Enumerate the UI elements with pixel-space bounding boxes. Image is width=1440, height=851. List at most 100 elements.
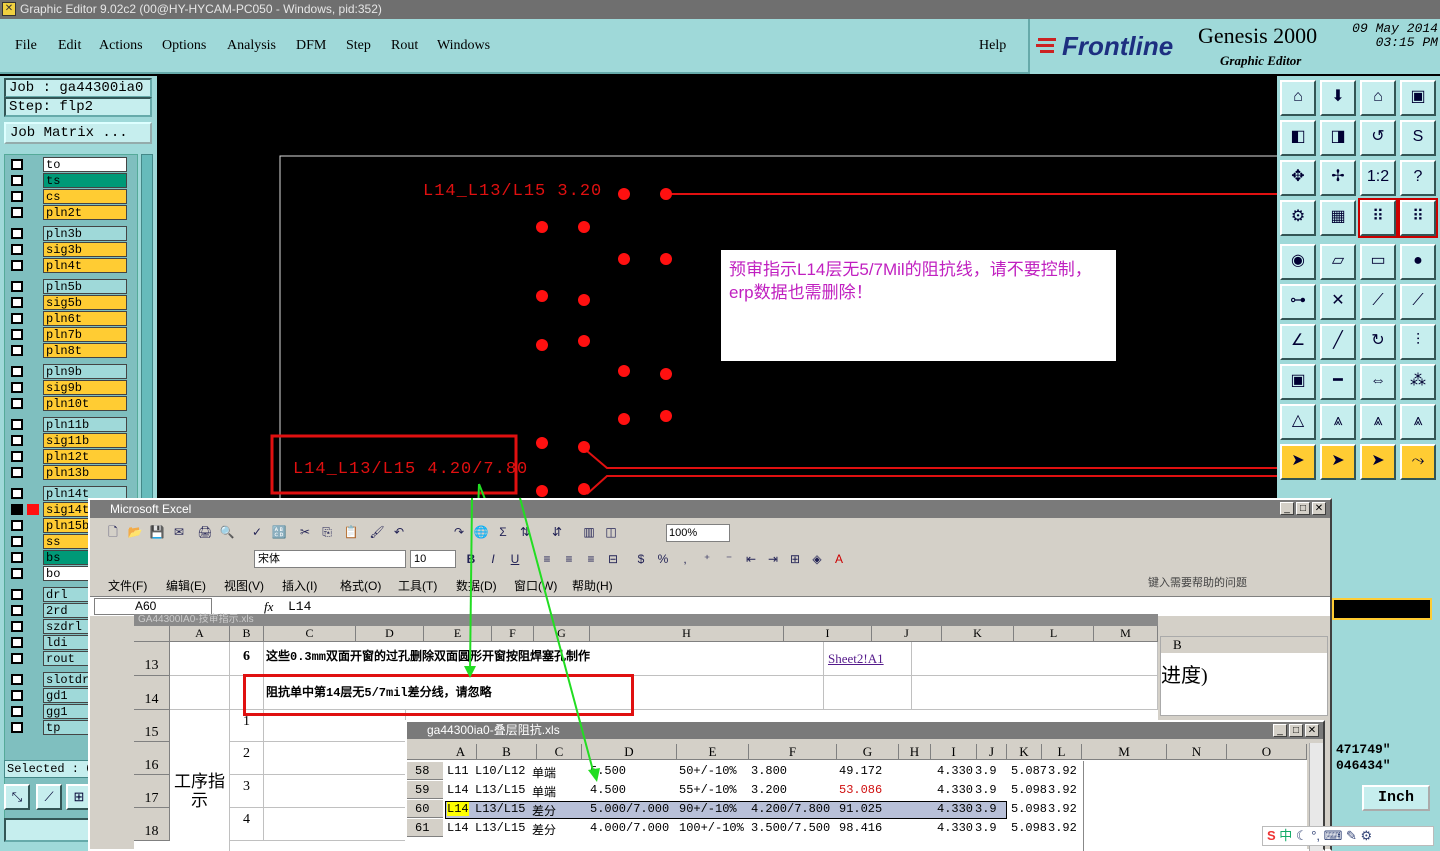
layer-checkbox[interactable] bbox=[11, 297, 23, 308]
layer-row-cs[interactable]: cs bbox=[7, 189, 127, 204]
xls-cell-ref[interactable]: L13/L15 bbox=[475, 783, 525, 797]
xls-column-header[interactable]: G bbox=[837, 744, 899, 759]
cell-b-step[interactable]: 3 bbox=[230, 775, 264, 808]
xls-maximize-button[interactable]: □ bbox=[1289, 724, 1303, 737]
column-header[interactable]: J bbox=[872, 626, 942, 642]
excel-menu-item[interactable]: 帮助(H) bbox=[572, 577, 613, 594]
xls-column-header[interactable]: L bbox=[1042, 744, 1082, 759]
layer-row-sig11b[interactable]: sig11b bbox=[7, 433, 127, 448]
xls-cell-er[interactable]: 3.9 bbox=[975, 821, 997, 835]
xls-cell-t[interactable]: 3.92 bbox=[1048, 802, 1077, 816]
row-header[interactable]: 13 bbox=[134, 642, 170, 676]
cell-a14[interactable] bbox=[170, 676, 230, 710]
xls-cell-t[interactable]: 3.92 bbox=[1048, 783, 1077, 797]
excel-menu-item[interactable]: 格式(O) bbox=[340, 577, 381, 594]
snap2-icon[interactable]: ⠿ bbox=[1398, 198, 1438, 238]
help-icon[interactable]: ? bbox=[1400, 160, 1436, 196]
xls-cell-dk[interactable]: 4.330 bbox=[937, 802, 973, 816]
slash-icon[interactable]: ╱ bbox=[1320, 324, 1356, 360]
xls-cell-type[interactable]: 单端 bbox=[532, 783, 556, 800]
excel-menu-item[interactable]: 插入(I) bbox=[282, 577, 317, 594]
layer-row-pln9b[interactable]: pln9b bbox=[7, 364, 127, 379]
xls-column-header[interactable]: D bbox=[582, 744, 677, 759]
layer-row-pln7b[interactable]: pln7b bbox=[7, 327, 127, 342]
cell-c-step[interactable] bbox=[264, 742, 406, 775]
xls-cell-width[interactable]: 5.500 bbox=[590, 764, 626, 778]
layer-name[interactable]: pln7b bbox=[43, 327, 127, 342]
xls-cell-calc[interactable]: 49.172 bbox=[839, 764, 882, 778]
layer-checkbox[interactable] bbox=[11, 504, 23, 515]
xls-cell-h[interactable]: 5.098 bbox=[1011, 821, 1047, 835]
tri1-icon[interactable]: △ bbox=[1280, 404, 1316, 440]
settings-icon[interactable]: ⚙ bbox=[1280, 200, 1316, 236]
layer-name[interactable]: sig11b bbox=[43, 433, 127, 448]
layer-checkbox[interactable] bbox=[11, 159, 23, 170]
xls-close-button[interactable]: ✕ bbox=[1305, 724, 1319, 737]
xls-cell-adjusted[interactable]: 4.200/7.800 bbox=[751, 802, 830, 816]
xls-column-header[interactable]: M bbox=[1082, 744, 1167, 759]
layer-checkbox[interactable] bbox=[11, 313, 23, 324]
column-header[interactable]: B bbox=[230, 626, 264, 642]
xls-column-header[interactable]: K bbox=[1007, 744, 1042, 759]
cell-k14[interactable] bbox=[912, 676, 1158, 710]
process-instruction-label[interactable]: 工序指示 bbox=[170, 710, 230, 851]
layer-row-pln13b[interactable]: pln13b bbox=[7, 465, 127, 480]
layer-name[interactable]: pln13b bbox=[43, 465, 127, 480]
save-icon[interactable]: ⬇ bbox=[1320, 80, 1356, 116]
xls-cell-t[interactable]: 3.92 bbox=[1048, 764, 1077, 778]
layer-name[interactable]: pln11b bbox=[43, 417, 127, 432]
cursor-icon[interactable]: ➤ bbox=[1280, 444, 1316, 480]
layer-checkbox[interactable] bbox=[11, 552, 23, 563]
layer-checkbox[interactable] bbox=[11, 621, 23, 632]
layer-checkbox[interactable] bbox=[11, 520, 23, 531]
row-header[interactable]: 15 bbox=[134, 710, 170, 742]
cell-a13[interactable] bbox=[170, 642, 230, 676]
xls-cell-adjusted[interactable]: 3.800 bbox=[751, 764, 787, 778]
layer-checkbox[interactable] bbox=[11, 382, 23, 393]
xls-column-header[interactable]: N bbox=[1167, 744, 1227, 759]
rotate-icon[interactable]: ↺ bbox=[1360, 120, 1396, 156]
layer-name[interactable]: sig5b bbox=[43, 295, 127, 310]
xls-cell-layer[interactable]: L14 bbox=[447, 783, 469, 797]
cell-c-step[interactable] bbox=[264, 775, 406, 808]
home-icon[interactable]: ⌂ bbox=[1280, 80, 1316, 116]
menu-dfm[interactable]: DFM bbox=[296, 38, 326, 54]
layer-checkbox[interactable] bbox=[11, 690, 23, 701]
xls-cell-h[interactable]: 5.098 bbox=[1011, 783, 1047, 797]
xls-cell-layer[interactable]: L14 bbox=[447, 821, 469, 835]
cell-j13-link[interactable]: Sheet2!A1 bbox=[824, 642, 912, 676]
layer-checkbox[interactable] bbox=[11, 435, 23, 446]
dot-icon[interactable]: ● bbox=[1400, 244, 1436, 280]
layer-name[interactable]: pln3b bbox=[43, 226, 127, 241]
xls-row-header[interactable]: 59 bbox=[415, 783, 429, 797]
row-header[interactable]: 14 bbox=[134, 676, 170, 710]
column-header[interactable]: M bbox=[1094, 626, 1158, 642]
cell-b13[interactable]: 6 bbox=[230, 642, 264, 676]
xls-column-header[interactable]: I bbox=[931, 744, 977, 759]
layer-checkbox[interactable] bbox=[11, 191, 23, 202]
xls-cell-dk[interactable]: 4.330 bbox=[937, 821, 973, 835]
excel-menu-item[interactable]: 窗口(W) bbox=[514, 577, 557, 594]
layer-row-pln2t[interactable]: pln2t bbox=[7, 205, 127, 220]
layer-checkbox[interactable] bbox=[11, 536, 23, 547]
xls-cell-calc[interactable]: 98.416 bbox=[839, 821, 882, 835]
xls-cell-type[interactable]: 差分 bbox=[532, 802, 556, 819]
layer-row-pln8t[interactable]: pln8t bbox=[7, 343, 127, 358]
xls-cell-t[interactable]: 3.92 bbox=[1048, 821, 1077, 835]
menu-actions[interactable]: Actions bbox=[99, 38, 143, 54]
column-header[interactable]: L bbox=[1014, 626, 1094, 642]
layer-checkbox[interactable] bbox=[11, 419, 23, 430]
excel-minimize-button[interactable]: _ bbox=[1280, 502, 1294, 515]
layer-checkbox[interactable] bbox=[11, 398, 23, 409]
row-header[interactable]: 16 bbox=[134, 742, 170, 775]
layer-name[interactable]: sig9b bbox=[43, 380, 127, 395]
xls-column-header[interactable]: J bbox=[977, 744, 1007, 759]
fit-icon[interactable]: ✥ bbox=[1280, 160, 1316, 196]
layer-checkbox[interactable] bbox=[11, 568, 23, 579]
zoom-icon[interactable]: ✢ bbox=[1320, 160, 1356, 196]
column-header[interactable]: G bbox=[534, 626, 590, 642]
layer-row-pln3b[interactable]: pln3b bbox=[7, 226, 127, 241]
xls-cell-dk[interactable]: 4.330 bbox=[937, 764, 973, 778]
xls-cell-calc[interactable]: 53.086 bbox=[839, 783, 882, 797]
menu-windows[interactable]: Windows bbox=[437, 38, 490, 54]
